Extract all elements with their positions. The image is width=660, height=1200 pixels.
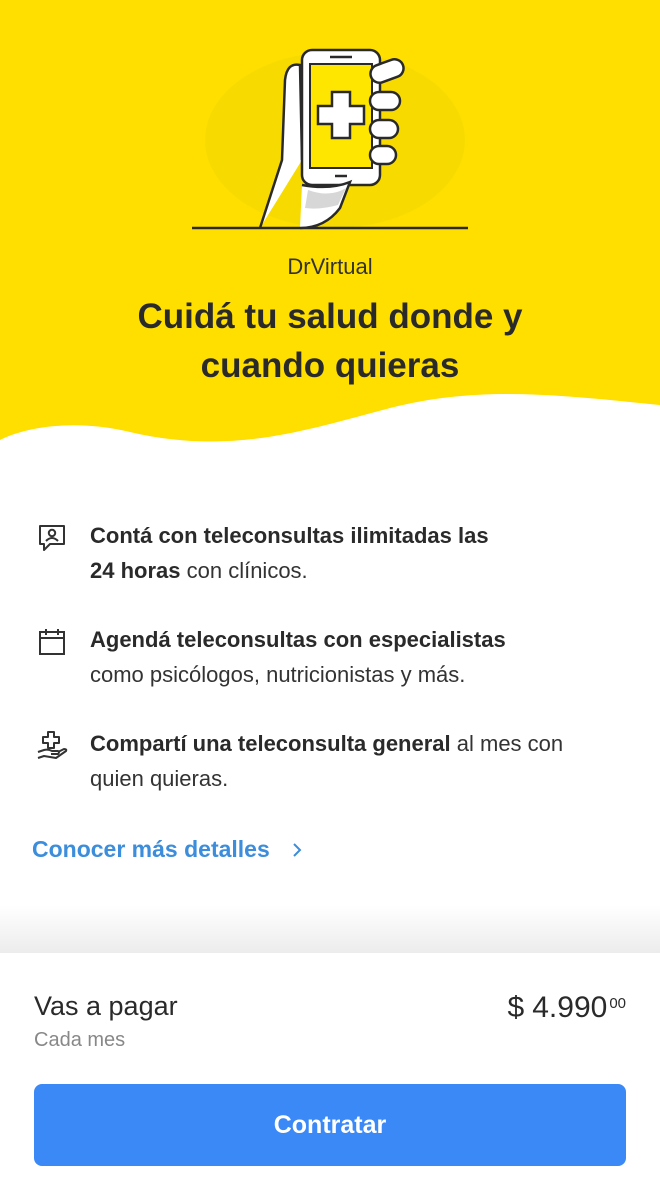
feature-item-especialistas: Agendá teleconsultas con especialistas co… — [0, 622, 660, 702]
price-cents: 00 — [609, 995, 626, 1012]
hand-medical-cross-icon — [37, 731, 68, 759]
payment-footer: Vas a pagar Cada mes $ 4.990 00 Contrata… — [0, 953, 660, 1200]
feature-normal-text: como psicólogos, nutricionistas y más. — [90, 662, 466, 687]
headline-line-1: Cuidá tu salud donde y — [137, 297, 523, 336]
price: $ 4.990 00 — [508, 991, 626, 1025]
feature-item-teleconsultas: Contá con teleconsultas ilimitadas las 24… — [0, 518, 660, 598]
price-currency: $ — [507, 991, 525, 1024]
hand-holding-phone-illustration — [192, 48, 468, 230]
more-details-link[interactable]: Conocer más detalles — [32, 836, 304, 863]
more-details-label: Conocer más detalles — [32, 836, 270, 862]
price-amount: 4.990 — [532, 991, 608, 1024]
footer-shadow — [0, 905, 660, 955]
feature-text: Contá con teleconsultas ilimitadas las 24… — [90, 518, 620, 588]
chevron-right-icon — [293, 842, 302, 857]
feature-bold-text: Compartí una teleconsulta general — [90, 731, 451, 756]
feature-text: Compartí una teleconsulta general al mes… — [90, 726, 620, 796]
page-title: Cuidá tu salud donde y cuando quieras — [0, 292, 660, 390]
contratar-button[interactable]: Contratar — [34, 1084, 626, 1166]
feature-text: Agendá teleconsultas con especialistas co… — [90, 622, 620, 692]
feature-item-compartir: Compartí una teleconsulta general al mes… — [0, 726, 660, 806]
feature-bold-text-2: 24 horas — [90, 558, 181, 583]
consultation-chat-icon — [39, 525, 65, 551]
pay-label: Vas a pagar — [34, 991, 178, 1021]
billing-period: Cada mes — [34, 1029, 126, 1051]
feature-bold-text: Agendá teleconsultas con especialistas — [90, 627, 506, 652]
calendar-icon — [39, 629, 65, 655]
feature-bold-text: Contá con teleconsultas ilimitadas las — [90, 523, 489, 548]
hero-section: DrVirtual Cuidá tu salud donde y cuando … — [0, 0, 660, 470]
brand-name: DrVirtual — [287, 254, 373, 279]
feature-normal-text: con clínicos. — [180, 558, 308, 583]
headline-line-2: cuando quieras — [200, 346, 460, 385]
